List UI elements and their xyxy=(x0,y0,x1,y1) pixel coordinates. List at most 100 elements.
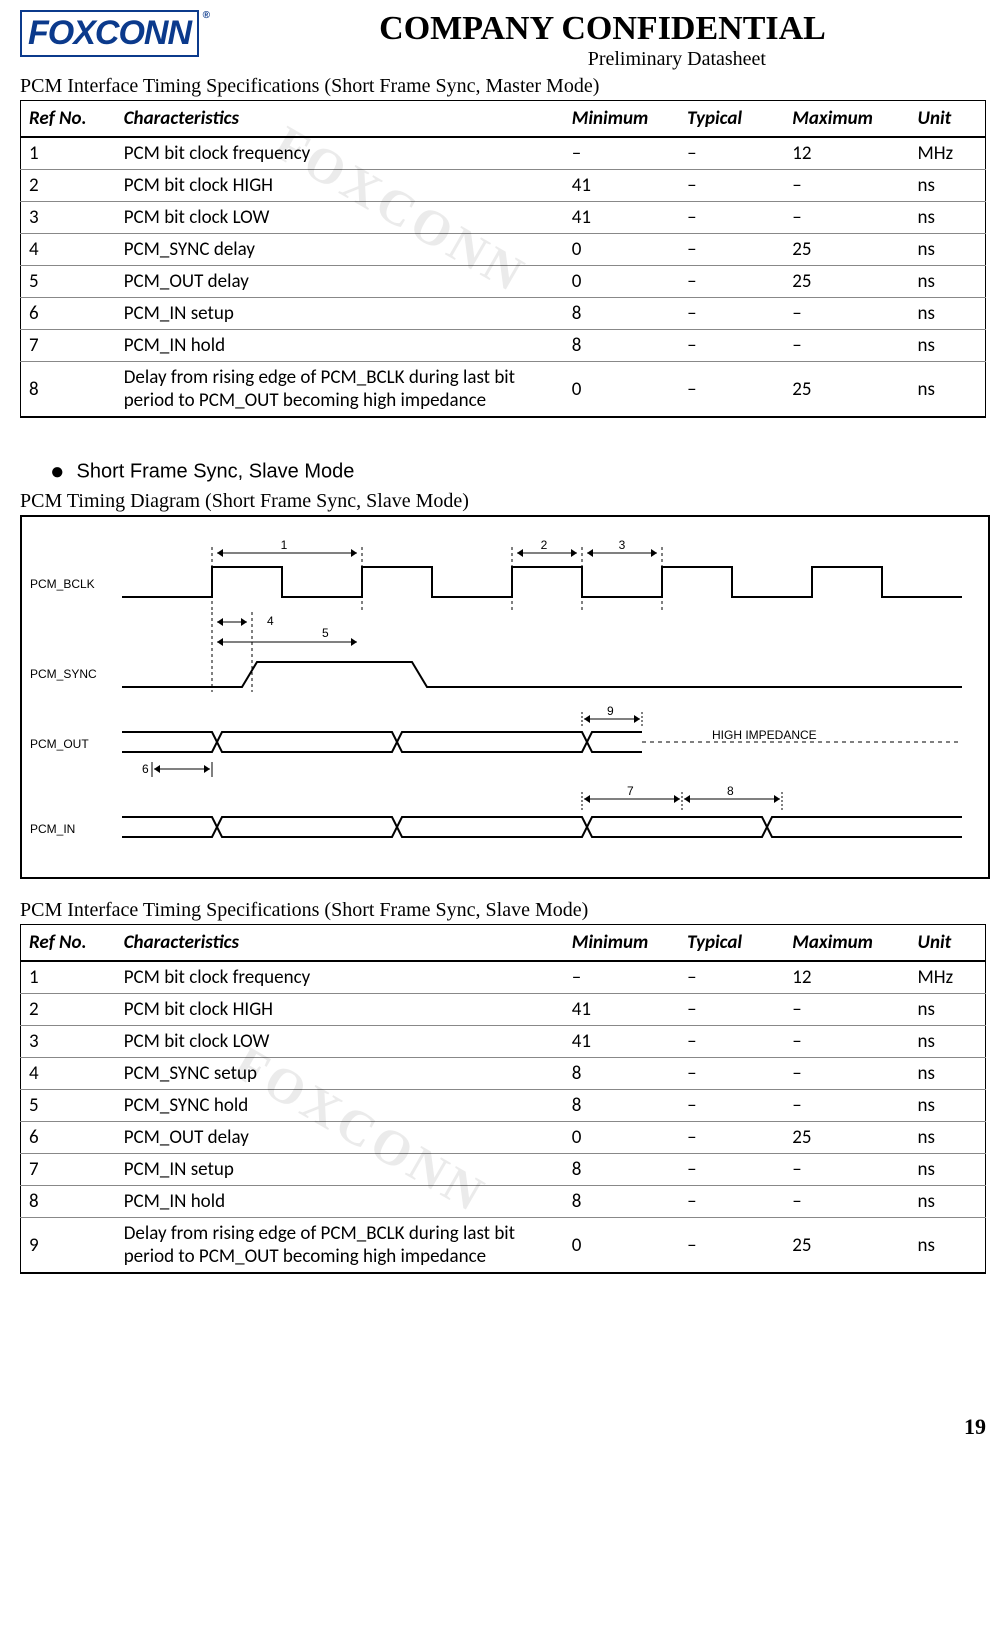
table-row: 6PCM_OUT delay0–25ns xyxy=(21,1122,986,1154)
cell-ref: 1 xyxy=(21,961,116,994)
cell-unit: MHz xyxy=(910,961,986,994)
cell-unit: ns xyxy=(910,1154,986,1186)
cell-char: PCM_OUT delay xyxy=(116,266,564,298)
cell-typ: – xyxy=(679,202,784,234)
cell-unit: ns xyxy=(910,298,986,330)
cell-ref: 2 xyxy=(21,994,116,1026)
cell-unit: ns xyxy=(910,1090,986,1122)
marker-7: 7 xyxy=(627,784,634,798)
cell-typ: – xyxy=(679,1058,784,1090)
cell-char: PCM_SYNC delay xyxy=(116,234,564,266)
cell-typ: – xyxy=(679,362,784,418)
cell-max: – xyxy=(784,1058,909,1090)
table-row: 8PCM_IN hold8––ns xyxy=(21,1186,986,1218)
cell-unit: ns xyxy=(910,1186,986,1218)
cell-max: 25 xyxy=(784,266,909,298)
marker-5: 5 xyxy=(322,626,329,640)
cell-unit: ns xyxy=(910,1026,986,1058)
cell-ref: 4 xyxy=(21,234,116,266)
table-row: 2PCM bit clock HIGH41––ns xyxy=(21,994,986,1026)
th-char: Characteristics xyxy=(116,925,564,962)
cell-typ: – xyxy=(679,1186,784,1218)
cell-ref: 6 xyxy=(21,1122,116,1154)
cell-typ: – xyxy=(679,1026,784,1058)
cell-max: – xyxy=(784,994,909,1026)
cell-max: – xyxy=(784,1154,909,1186)
cell-unit: ns xyxy=(910,362,986,418)
cell-ref: 8 xyxy=(21,1186,116,1218)
cell-max: – xyxy=(784,298,909,330)
cell-ref: 5 xyxy=(21,1090,116,1122)
cell-ref: 2 xyxy=(21,170,116,202)
th-unit: Unit xyxy=(910,101,986,138)
cell-typ: – xyxy=(679,1218,784,1274)
table-row: 4PCM_SYNC setup8––ns xyxy=(21,1058,986,1090)
table-row: 6PCM_IN setup8––ns xyxy=(21,298,986,330)
cell-max: – xyxy=(784,330,909,362)
bullet-text: Short Frame Sync, Slave Mode xyxy=(77,460,355,482)
diagram-caption: PCM Timing Diagram (Short Frame Sync, Sl… xyxy=(20,490,986,513)
cell-min: 0 xyxy=(564,266,679,298)
cell-typ: – xyxy=(679,1154,784,1186)
cell-ref: 7 xyxy=(21,1154,116,1186)
foxconn-logo: FOXCONN® xyxy=(20,10,199,57)
cell-unit: ns xyxy=(910,1058,986,1090)
th-char: Characteristics xyxy=(116,101,564,138)
th-max: Maximum xyxy=(784,925,909,962)
table-row: 9Delay from rising edge of PCM_BCLK duri… xyxy=(21,1218,986,1274)
cell-min: 41 xyxy=(564,994,679,1026)
cell-unit: ns xyxy=(910,170,986,202)
cell-ref: 3 xyxy=(21,202,116,234)
cell-char: Delay from rising edge of PCM_BCLK durin… xyxy=(116,1218,564,1274)
cell-typ: – xyxy=(679,1122,784,1154)
th-min: Minimum xyxy=(564,925,679,962)
cell-ref: 9 xyxy=(21,1218,116,1274)
cell-typ: – xyxy=(679,961,784,994)
datasheet-subtitle: Preliminary Datasheet xyxy=(219,48,986,71)
bullet-heading: ●Short Frame Sync, Slave Mode xyxy=(50,458,986,486)
cell-unit: ns xyxy=(910,1122,986,1154)
cell-min: 0 xyxy=(564,1218,679,1274)
cell-max: 25 xyxy=(784,1122,909,1154)
cell-max: – xyxy=(784,1026,909,1058)
table-row: 7PCM_IN hold8––ns xyxy=(21,330,986,362)
confidential-title: COMPANY CONFIDENTIAL xyxy=(219,10,986,48)
table-row: 5PCM_SYNC hold8––ns xyxy=(21,1090,986,1122)
cell-typ: – xyxy=(679,170,784,202)
marker-2: 2 xyxy=(541,538,548,552)
cell-ref: 5 xyxy=(21,266,116,298)
table-row: 7PCM_IN setup8––ns xyxy=(21,1154,986,1186)
table2-caption: PCM Interface Timing Specifications (Sho… xyxy=(20,899,986,922)
table-row: 2PCM bit clock HIGH41––ns xyxy=(21,170,986,202)
timing-diagram: PCM_BCLK PCM_SYNC PCM_OUT PCM_IN 1 2 3 4… xyxy=(20,515,990,879)
cell-min: – xyxy=(564,961,679,994)
cell-ref: 7 xyxy=(21,330,116,362)
cell-min: – xyxy=(564,137,679,170)
cell-char: PCM bit clock HIGH xyxy=(116,994,564,1026)
table-row: 3PCM bit clock LOW41––ns xyxy=(21,1026,986,1058)
cell-char: PCM_SYNC setup xyxy=(116,1058,564,1090)
marker-6: 6 xyxy=(142,762,149,776)
cell-min: 8 xyxy=(564,298,679,330)
timing-waveforms: 1 2 3 4 5 HIGH IMPEDANCE 6 xyxy=(22,517,982,877)
cell-char: PCM_IN hold xyxy=(116,1186,564,1218)
logo-text: FOXCONN xyxy=(28,14,191,52)
table1-caption: PCM Interface Timing Specifications (Sho… xyxy=(20,75,986,98)
cell-ref: 1 xyxy=(21,137,116,170)
th-min: Minimum xyxy=(564,101,679,138)
cell-max: – xyxy=(784,1090,909,1122)
cell-char: PCM bit clock LOW xyxy=(116,202,564,234)
cell-max: 12 xyxy=(784,137,909,170)
registered-mark: ® xyxy=(203,10,209,21)
cell-typ: – xyxy=(679,137,784,170)
cell-char: Delay from rising edge of PCM_BCLK durin… xyxy=(116,362,564,418)
table-row: 4PCM_SYNC delay0–25ns xyxy=(21,234,986,266)
timing-table-slave: Ref No. Characteristics Minimum Typical … xyxy=(20,924,986,1274)
cell-max: 25 xyxy=(784,362,909,418)
cell-typ: – xyxy=(679,1090,784,1122)
th-ref: Ref No. xyxy=(21,101,116,138)
cell-ref: 6 xyxy=(21,298,116,330)
cell-min: 8 xyxy=(564,1058,679,1090)
cell-min: 8 xyxy=(564,1154,679,1186)
cell-char: PCM_SYNC hold xyxy=(116,1090,564,1122)
